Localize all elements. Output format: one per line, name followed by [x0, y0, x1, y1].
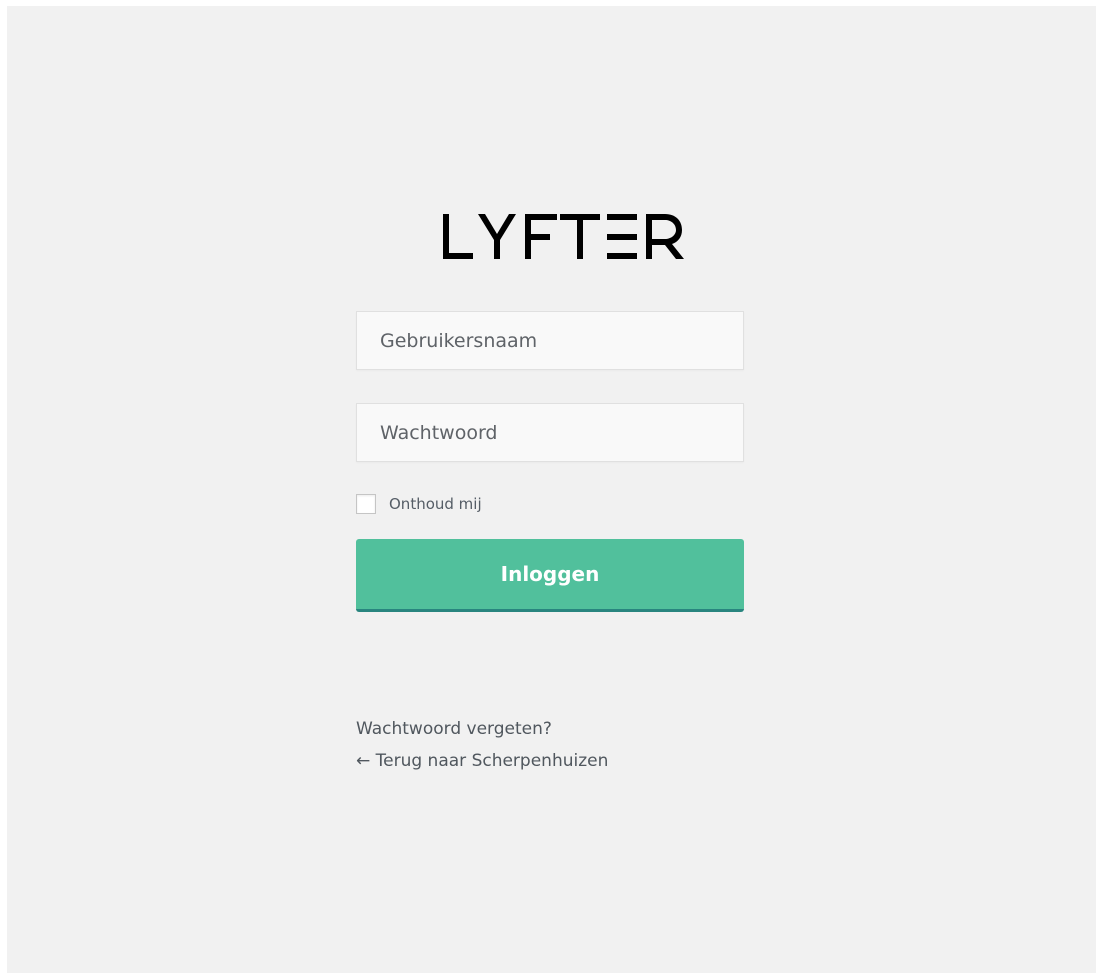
back-to-site-link[interactable]: ← Terug naar Scherpenhuizen	[356, 745, 608, 777]
login-button[interactable]: Inloggen	[356, 539, 744, 612]
login-page	[7, 6, 1096, 973]
remember-me-label: Onthoud mij	[389, 495, 482, 513]
password-field[interactable]	[356, 403, 744, 462]
remember-me[interactable]: Onthoud mij	[356, 493, 482, 515]
checkbox-empty-icon[interactable]	[356, 494, 376, 514]
lost-password-link[interactable]: Wachtwoord vergeten?	[356, 713, 608, 745]
login-links: Wachtwoord vergeten? ← Terug naar Scherp…	[356, 713, 608, 777]
lyfter-logo	[443, 214, 684, 259]
username-field[interactable]	[356, 311, 744, 370]
